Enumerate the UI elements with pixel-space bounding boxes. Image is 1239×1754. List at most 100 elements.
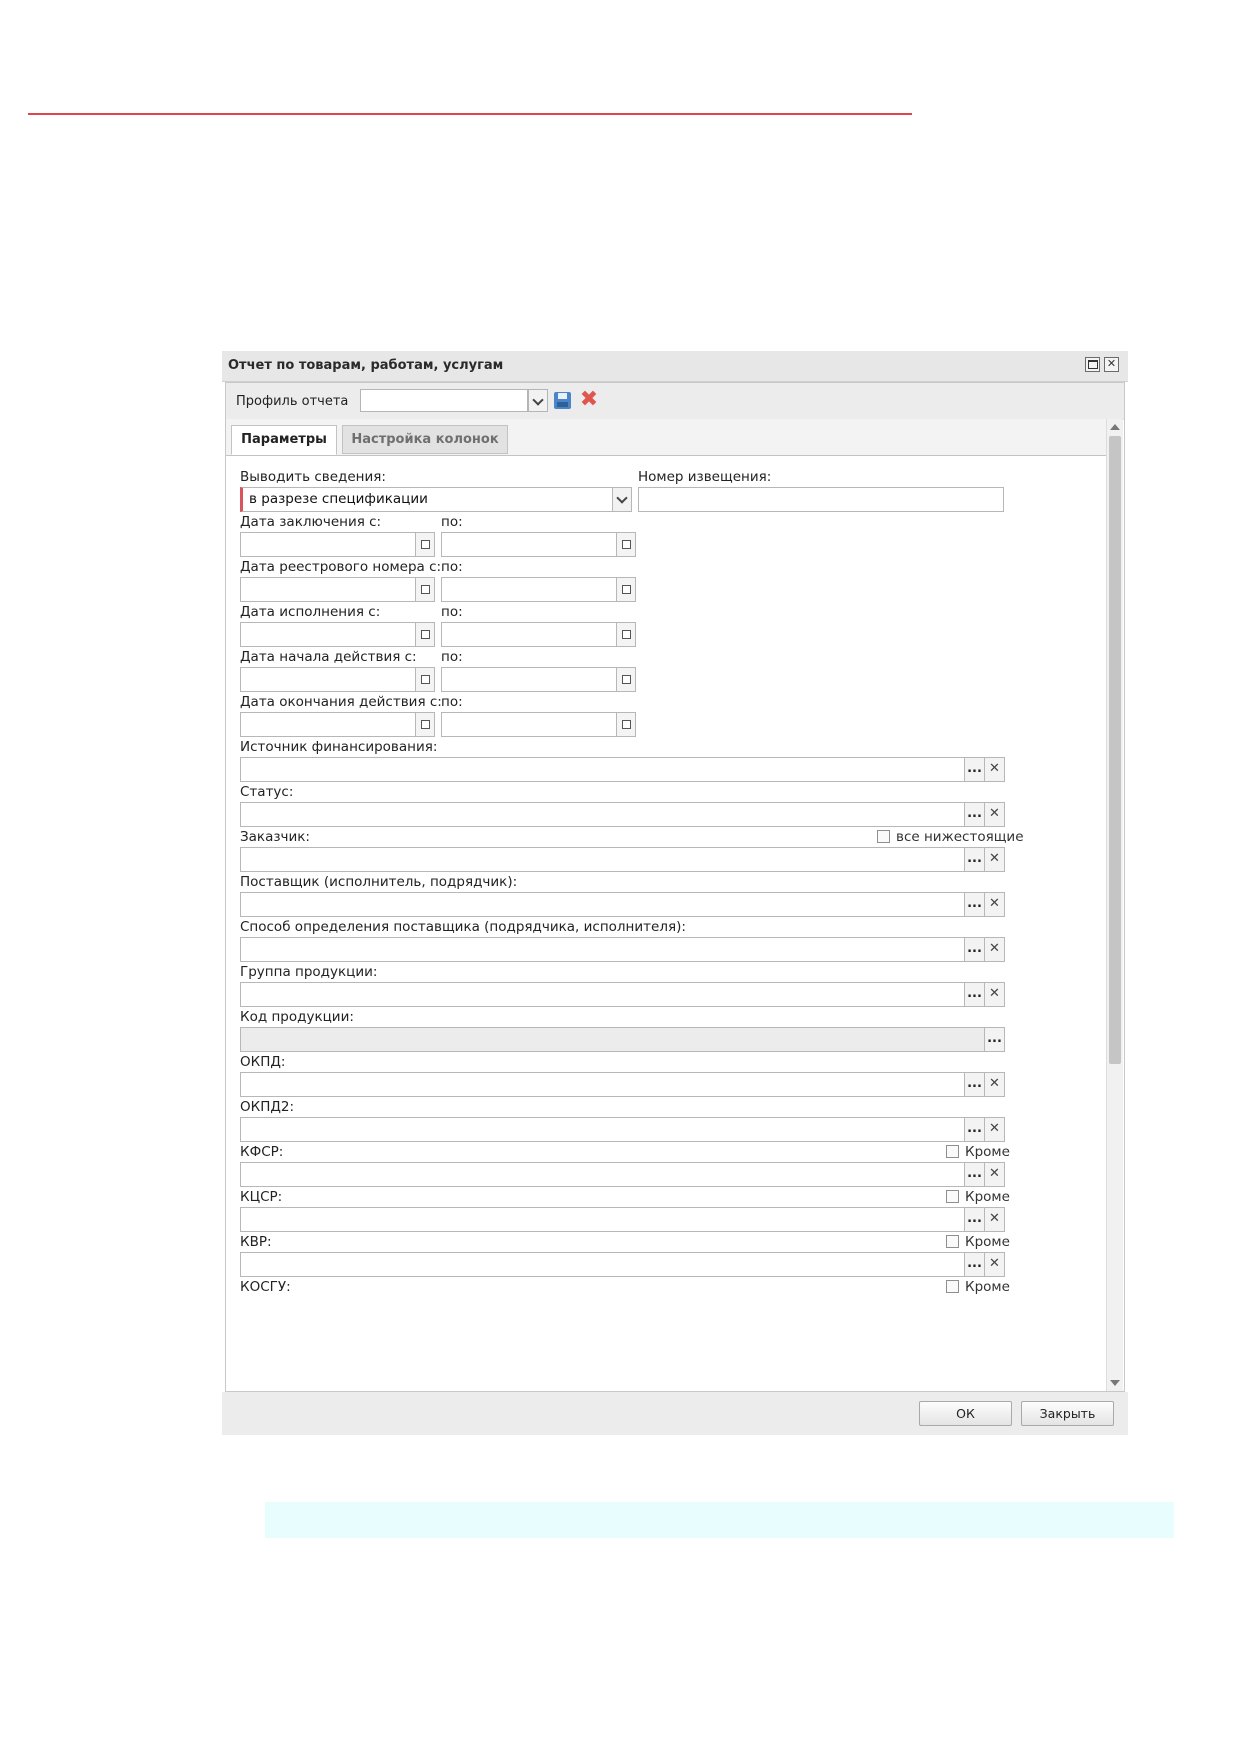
lookup-button[interactable]: ... <box>964 1117 985 1142</box>
clear-icon[interactable]: ✕ <box>984 937 1005 962</box>
date-conclusion-from-input[interactable] <box>240 532 416 557</box>
tab-column-settings[interactable]: Настройка колонок <box>342 425 508 454</box>
profile-select[interactable] <box>360 389 528 412</box>
chevron-down-icon[interactable] <box>612 487 632 512</box>
clear-icon[interactable]: ✕ <box>984 757 1005 782</box>
date-end-from-input[interactable] <box>240 712 416 737</box>
save-icon[interactable] <box>554 392 571 409</box>
clear-icon[interactable]: ✕ <box>984 892 1005 917</box>
scroll-up-icon[interactable] <box>1110 424 1120 430</box>
ok-button[interactable]: ОК <box>919 1401 1012 1426</box>
figure-caption-bar <box>265 1502 1174 1538</box>
lookup-button[interactable]: ... <box>964 1207 985 1232</box>
calendar-icon[interactable] <box>616 532 636 557</box>
date-end-from-label: Дата окончания действия с: <box>240 694 442 710</box>
lookup-button[interactable]: ... <box>964 802 985 827</box>
date-conclusion-to-label: по: <box>441 514 463 530</box>
clear-icon[interactable]: ✕ <box>984 1117 1005 1142</box>
lookup-button[interactable]: ... <box>964 757 985 782</box>
calendar-icon[interactable] <box>616 622 636 647</box>
tab-parameters[interactable]: Параметры <box>231 425 337 455</box>
kosgu-except-checkbox[interactable] <box>946 1280 959 1293</box>
date-registry-from-label: Дата реестрового номера с: <box>240 559 442 575</box>
lookup-button[interactable]: ... <box>964 892 985 917</box>
chevron-down-icon[interactable] <box>528 389 548 412</box>
notice-input[interactable] <box>638 487 1004 512</box>
date-execution-from-label: Дата исполнения с: <box>240 604 381 620</box>
clear-icon[interactable]: ✕ <box>984 1072 1005 1097</box>
calendar-icon[interactable] <box>415 712 435 737</box>
kosgu-except-label: Кроме <box>965 1279 1010 1295</box>
kcsr-except-checkbox[interactable] <box>946 1190 959 1203</box>
lookup-button[interactable]: ... <box>964 937 985 962</box>
scroll-thumb[interactable] <box>1109 436 1121 1064</box>
date-registry-to-input[interactable] <box>441 577 617 602</box>
close-icon[interactable]: ✕ <box>1104 357 1119 372</box>
date-start-from-label: Дата начала действия с: <box>240 649 417 665</box>
product-group-label: Группа продукции: <box>240 964 378 980</box>
date-execution-from-input[interactable] <box>240 622 416 647</box>
lookup-button[interactable]: ... <box>964 982 985 1007</box>
lookup-button[interactable]: ... <box>964 1252 985 1277</box>
close-button[interactable]: Закрыть <box>1021 1401 1114 1426</box>
date-conclusion-to-input[interactable] <box>441 532 617 557</box>
vertical-scrollbar[interactable] <box>1106 419 1123 1391</box>
subordinates-checkbox[interactable] <box>877 830 890 843</box>
calendar-icon[interactable] <box>616 577 636 602</box>
clear-icon[interactable]: ✕ <box>984 982 1005 1007</box>
okpd2-input[interactable] <box>240 1117 965 1142</box>
date-end-to-input[interactable] <box>441 712 617 737</box>
clear-icon[interactable]: ✕ <box>984 1162 1005 1187</box>
lookup-button[interactable]: ... <box>964 1072 985 1097</box>
clear-icon[interactable]: ✕ <box>984 1207 1005 1232</box>
calendar-icon[interactable] <box>415 532 435 557</box>
method-input[interactable] <box>240 937 965 962</box>
status-label: Статус: <box>240 784 294 800</box>
date-start-to-input[interactable] <box>441 667 617 692</box>
kvr-except-checkbox[interactable] <box>946 1235 959 1248</box>
clear-icon[interactable]: ✕ <box>984 1252 1005 1277</box>
customer-label: Заказчик: <box>240 829 310 845</box>
kfsr-except-label: Кроме <box>965 1144 1010 1160</box>
calendar-icon[interactable] <box>415 577 435 602</box>
date-execution-to-input[interactable] <box>441 622 617 647</box>
product-group-input[interactable] <box>240 982 965 1007</box>
kfsr-except-checkbox[interactable] <box>946 1145 959 1158</box>
lookup-button[interactable]: ... <box>984 1027 1005 1052</box>
lookup-button[interactable]: ... <box>964 847 985 872</box>
customer-input[interactable] <box>240 847 965 872</box>
kfsr-input[interactable] <box>240 1162 965 1187</box>
clear-icon[interactable]: ✕ <box>984 802 1005 827</box>
status-input[interactable] <box>240 802 965 827</box>
kcsr-input[interactable] <box>240 1207 965 1232</box>
date-start-from-input[interactable] <box>240 667 416 692</box>
calendar-icon[interactable] <box>616 712 636 737</box>
date-registry-from-input[interactable] <box>240 577 416 602</box>
calendar-icon[interactable] <box>415 622 435 647</box>
subordinates-label: все нижестоящие <box>896 829 1024 845</box>
notice-label: Номер извещения: <box>638 469 772 485</box>
funding-source-input[interactable] <box>240 757 965 782</box>
okpd2-label: ОКПД2: <box>240 1099 295 1115</box>
kcsr-except-label: Кроме <box>965 1189 1010 1205</box>
delete-icon[interactable]: ✖ <box>578 389 600 411</box>
dialog-titlebar: Отчет по товарам, работам, услугам ✕ <box>222 351 1128 382</box>
date-conclusion-from-label: Дата заключения с: <box>240 514 382 530</box>
maximize-icon[interactable] <box>1085 357 1100 372</box>
page-header-rule <box>28 113 912 115</box>
scroll-down-icon[interactable] <box>1110 1380 1120 1386</box>
product-code-input[interactable] <box>240 1027 985 1052</box>
profile-label: Профиль отчета <box>236 394 349 409</box>
supplier-label: Поставщик (исполнитель, подрядчик): <box>240 874 518 890</box>
output-select[interactable]: в разрезе спецификации <box>240 487 618 512</box>
kvr-input[interactable] <box>240 1252 965 1277</box>
clear-icon[interactable]: ✕ <box>984 847 1005 872</box>
calendar-icon[interactable] <box>616 667 636 692</box>
supplier-input[interactable] <box>240 892 965 917</box>
date-end-to-label: по: <box>441 694 463 710</box>
calendar-icon[interactable] <box>415 667 435 692</box>
kvr-label: КВР: <box>240 1234 272 1250</box>
okpd-input[interactable] <box>240 1072 965 1097</box>
okpd-label: ОКПД: <box>240 1054 286 1070</box>
lookup-button[interactable]: ... <box>964 1162 985 1187</box>
